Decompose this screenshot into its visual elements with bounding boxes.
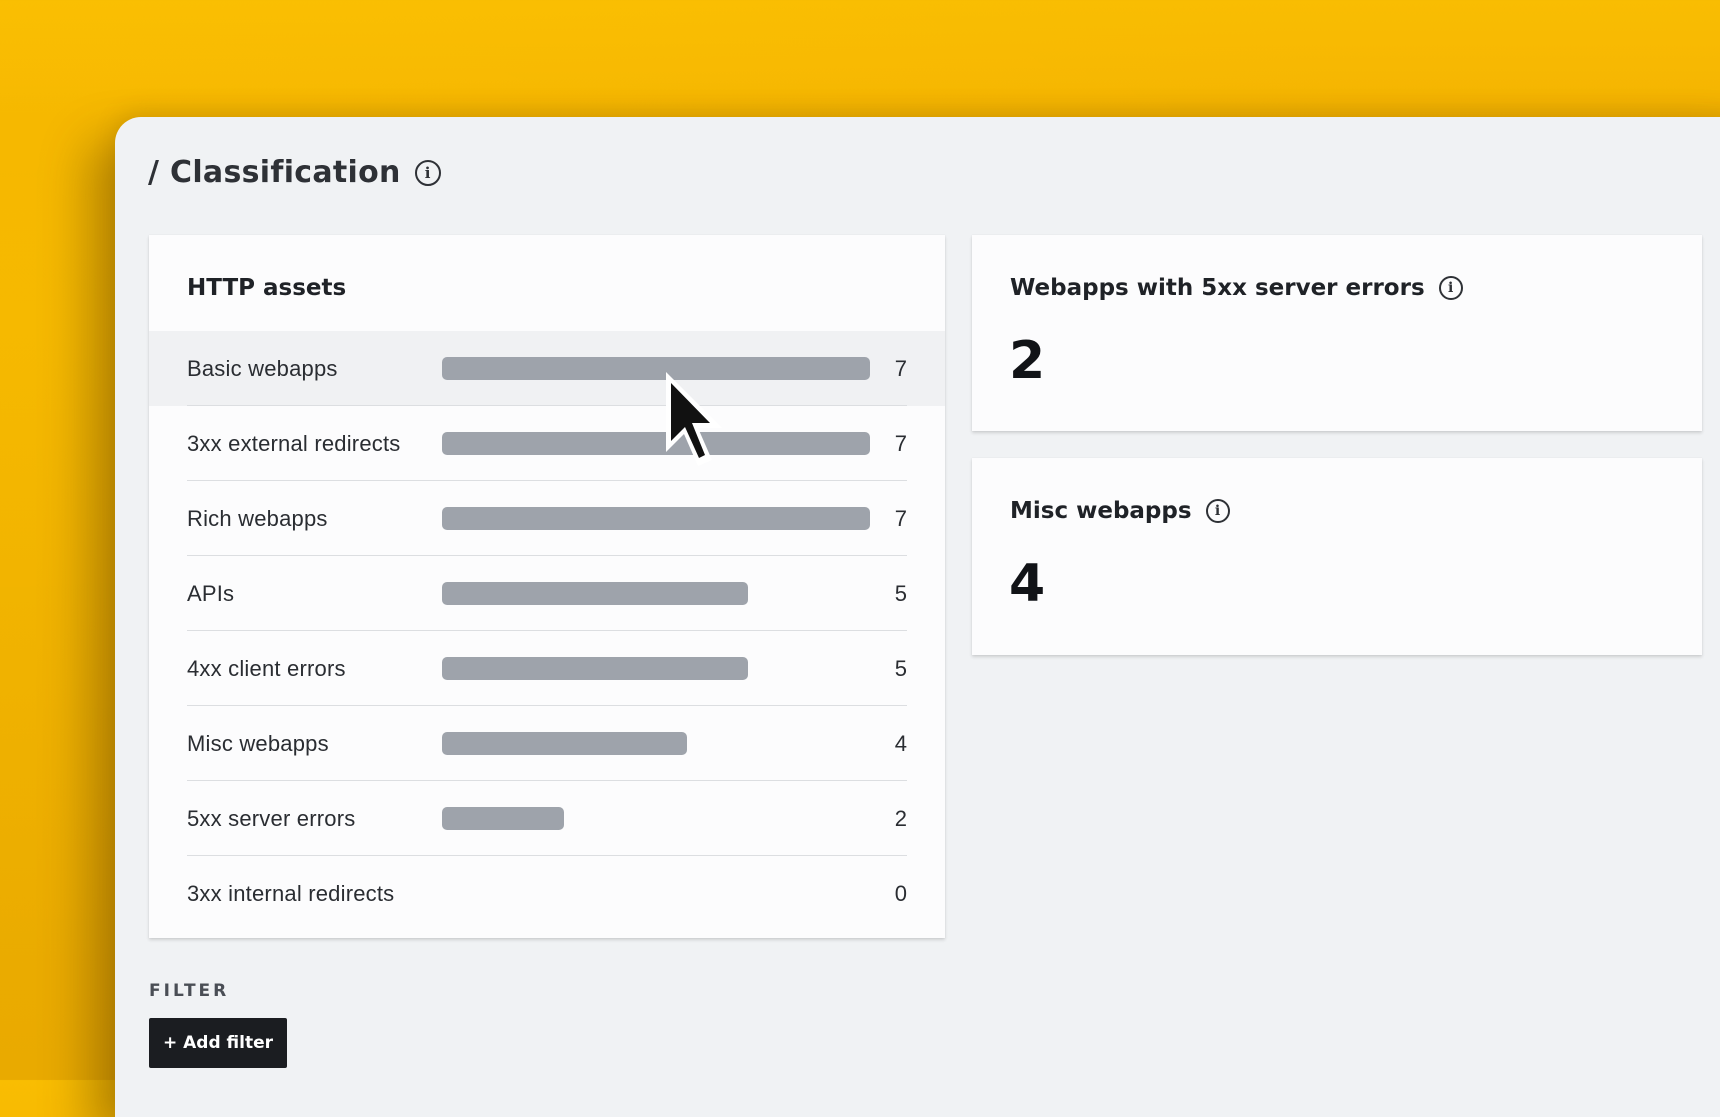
metric-card-misc-webapps[interactable]: Misc webapps i 4 — [972, 458, 1702, 655]
asset-row[interactable]: Rich webapps 7 — [149, 481, 945, 556]
asset-row[interactable]: 3xx internal redirects 0 — [149, 856, 945, 931]
asset-row-label: 5xx server errors — [187, 806, 356, 831]
asset-row-count: 7 — [894, 506, 907, 531]
asset-row-label: Rich webapps — [187, 506, 328, 531]
asset-row-count: 0 — [894, 881, 907, 906]
asset-row-count: 7 — [894, 356, 907, 381]
asset-row[interactable]: Misc webapps 4 — [149, 706, 945, 781]
metric-card-5xx-webapps[interactable]: Webapps with 5xx server errors i 2 — [972, 235, 1702, 431]
asset-row-count: 5 — [894, 656, 907, 681]
asset-row[interactable]: APIs 5 — [149, 556, 945, 631]
asset-row-label: 3xx internal redirects — [187, 881, 395, 906]
add-filter-button[interactable]: + Add filter — [149, 1018, 287, 1068]
info-icon[interactable]: i — [1205, 499, 1230, 523]
asset-row-count: 7 — [894, 431, 907, 456]
metric-value: 2 — [1009, 331, 1046, 391]
metric-title-text: Webapps with 5xx server errors — [1010, 275, 1425, 301]
asset-bar — [442, 732, 687, 755]
metric-title: Misc webapps i — [1010, 498, 1230, 524]
asset-row[interactable]: 5xx server errors 2 — [149, 781, 945, 856]
asset-bar — [442, 807, 564, 830]
asset-row[interactable]: 4xx client errors 5 — [149, 631, 945, 706]
asset-row-label: Basic webapps — [187, 356, 338, 381]
asset-row-count: 2 — [894, 806, 907, 831]
asset-row[interactable]: Basic webapps 7 — [149, 331, 945, 406]
asset-bar — [442, 507, 870, 530]
http-assets-card: HTTP assets Basic webapps 7 3xx external r… — [149, 235, 945, 938]
asset-row-label: 3xx external redirects — [187, 431, 401, 456]
http-assets-list: Basic webapps 7 3xx external redirects 7 Ric… — [149, 331, 945, 931]
asset-row-label: APIs — [187, 581, 235, 606]
mouse-cursor-icon — [666, 372, 722, 466]
card-title: HTTP assets — [187, 275, 347, 301]
metric-title: Webapps with 5xx server errors i — [1010, 275, 1463, 301]
asset-row-label: 4xx client errors — [187, 656, 346, 681]
asset-row-count: 4 — [894, 731, 907, 756]
metric-title-text: Misc webapps — [1010, 498, 1192, 524]
filter-label: FILTER — [149, 981, 230, 1001]
info-icon[interactable]: i — [414, 159, 441, 186]
app-window: / Classification i HTTP assets Basic web… — [115, 117, 1720, 1117]
metric-value: 4 — [1009, 554, 1046, 614]
page-title: / Classification i — [148, 155, 441, 190]
asset-bar — [442, 582, 748, 605]
asset-row-label: Misc webapps — [187, 731, 329, 756]
page-title-text: / Classification — [148, 155, 401, 190]
info-icon[interactable]: i — [1438, 276, 1463, 300]
asset-bar — [442, 432, 870, 455]
asset-bar — [442, 657, 748, 680]
asset-row-count: 5 — [894, 581, 907, 606]
asset-row[interactable]: 3xx external redirects 7 — [149, 406, 945, 481]
asset-bar — [442, 357, 870, 380]
